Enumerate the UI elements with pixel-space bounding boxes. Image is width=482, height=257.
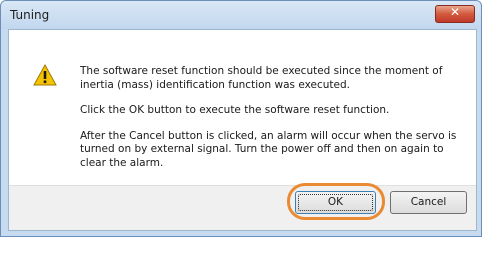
message-area: The software reset function should be ex… [9, 30, 476, 185]
tuning-dialog: Tuning ✕ The software reset function sho… [0, 0, 482, 237]
cancel-button[interactable]: Cancel [390, 191, 467, 214]
cancel-button-label: Cancel [410, 196, 447, 208]
warning-icon [33, 64, 57, 86]
focus-rectangle [298, 194, 373, 211]
close-button[interactable]: ✕ [435, 5, 475, 23]
ok-button[interactable]: OK [295, 191, 376, 214]
title-bar[interactable]: Tuning ✕ [1, 1, 481, 29]
message-text: The software reset function should be ex… [80, 65, 466, 182]
message-paragraph: After the Cancel button is clicked, an a… [80, 129, 457, 169]
message-paragraph: Click the OK button to execute the softw… [80, 104, 390, 116]
message-paragraph: The software reset function should be ex… [80, 65, 443, 91]
close-icon: ✕ [449, 5, 461, 19]
dialog-title: Tuning [10, 8, 50, 22]
